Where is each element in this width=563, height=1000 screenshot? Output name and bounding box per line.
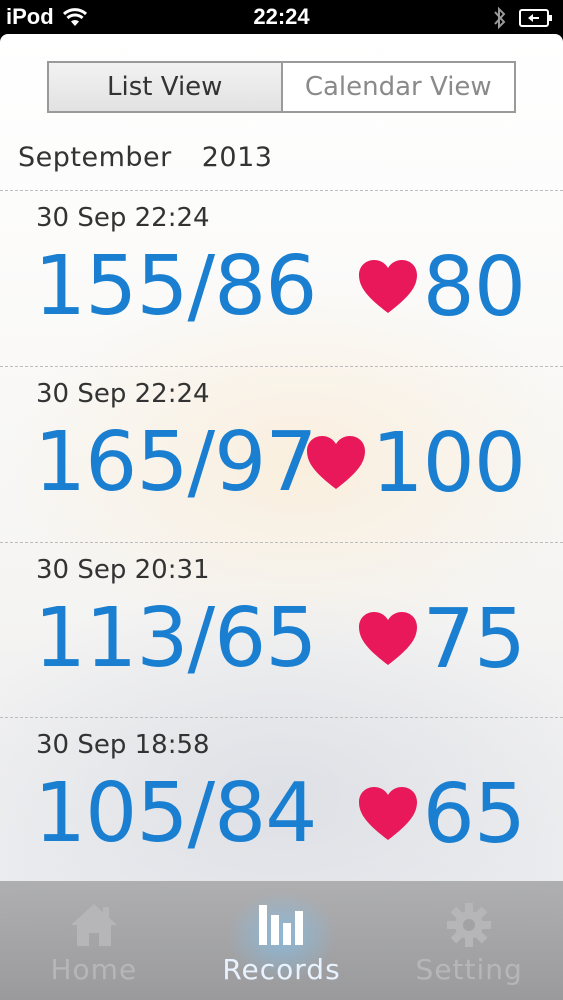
pulse-value: 100 bbox=[371, 415, 526, 511]
record-time: 30 Sep 18:58 bbox=[36, 730, 210, 760]
heart-icon bbox=[358, 787, 417, 840]
tab-home[interactable]: Home bbox=[0, 881, 188, 1000]
year-label: 2013 bbox=[201, 142, 273, 173]
status-right-group bbox=[493, 6, 553, 30]
view-toggle: List View Calendar View bbox=[47, 61, 516, 113]
records-content[interactable]: List View Calendar View September 2013 30… bbox=[0, 34, 563, 1000]
record-row[interactable]: 30 Sep 18:58 105/84 65 bbox=[0, 718, 563, 893]
record-pulse: 100 bbox=[305, 413, 526, 513]
tab-setting-label: Setting bbox=[415, 953, 523, 986]
pulse-value: 65 bbox=[422, 766, 526, 862]
record-blood-pressure: 155/86 bbox=[34, 239, 317, 334]
gear-icon bbox=[447, 903, 492, 947]
tab-setting[interactable]: Setting bbox=[375, 881, 563, 1000]
pulse-value: 80 bbox=[422, 239, 526, 335]
status-time: 22:24 bbox=[253, 4, 310, 29]
home-icon bbox=[70, 904, 117, 946]
record-pulse: 80 bbox=[357, 237, 526, 337]
record-blood-pressure: 113/65 bbox=[34, 591, 317, 686]
tab-records[interactable]: Records bbox=[188, 881, 376, 1000]
heart-icon bbox=[307, 436, 366, 489]
tab-home-label: Home bbox=[50, 953, 138, 986]
record-time: 30 Sep 22:24 bbox=[36, 379, 210, 409]
bluetooth-icon bbox=[494, 6, 506, 30]
screen: iPod 22:24 List View Calendar View Septe… bbox=[0, 0, 563, 1000]
status-bar: iPod 22:24 bbox=[0, 0, 563, 34]
record-blood-pressure: 105/84 bbox=[34, 766, 317, 861]
record-row[interactable]: 30 Sep 22:24 165/97 100 bbox=[0, 367, 563, 542]
tab-records-label: Records bbox=[222, 953, 341, 986]
record-blood-pressure: 165/97 bbox=[34, 415, 317, 510]
record-row[interactable]: 30 Sep 22:24 155/86 80 bbox=[0, 191, 563, 366]
battery-icon bbox=[519, 9, 552, 27]
pulse-value: 75 bbox=[422, 591, 526, 687]
record-row[interactable]: 30 Sep 20:31 113/65 75 bbox=[0, 543, 563, 718]
record-pulse: 75 bbox=[357, 589, 526, 689]
month-label: September bbox=[18, 142, 172, 173]
heart-icon bbox=[358, 612, 417, 665]
record-time: 30 Sep 22:24 bbox=[36, 203, 210, 233]
record-pulse: 65 bbox=[357, 764, 526, 864]
list-view-button[interactable]: List View bbox=[47, 61, 282, 113]
record-time: 30 Sep 20:31 bbox=[36, 555, 210, 585]
month-header: September 2013 bbox=[18, 142, 272, 173]
bar-chart-icon bbox=[258, 905, 303, 945]
heart-icon bbox=[358, 260, 417, 313]
calendar-view-button[interactable]: Calendar View bbox=[281, 61, 516, 113]
tab-bar: Home Records Setting bbox=[0, 881, 563, 1000]
